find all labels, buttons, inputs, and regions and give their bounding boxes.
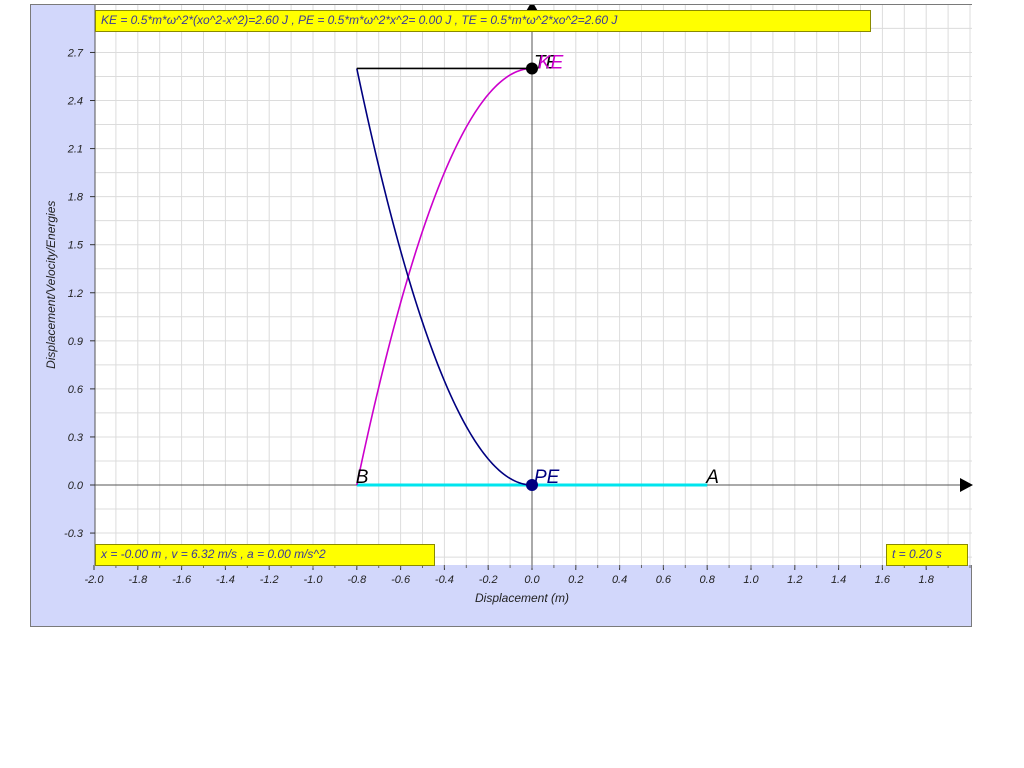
y-axis-ticks: -0.3 0.0 0.3 0.6 0.9 1.2 1.5 1.8 2.1 2.4 2.7	[64, 47, 95, 540]
x-tick-label: 0.0	[524, 574, 540, 586]
y-axis-label: Displacement/Velocity/Energies	[44, 201, 58, 369]
y-tick-label: 0.3	[68, 432, 84, 444]
y-tick-label: -0.3	[64, 528, 84, 540]
x-tick-label: -1.6	[172, 574, 192, 586]
y-tick-label: 2.1	[67, 144, 83, 156]
y-tick-label: 2.7	[67, 47, 84, 59]
x-axis-label: Displacement (m)	[475, 591, 569, 605]
x-tick-label: -0.8	[347, 574, 367, 586]
y-tick-label: 0.0	[68, 480, 84, 492]
x-tick-label: -1.0	[304, 574, 324, 586]
motion-readout: x = -0.00 m , v = 6.32 m/s , a = 0.00 m/…	[95, 544, 435, 566]
y-tick-label: 1.2	[68, 288, 83, 300]
x-tick-label: -2.0	[85, 574, 105, 586]
plot-canvas: -2.0 -1.8 -1.6 -1.4 -1.2 -1.0 -0.8 -0.6 -0.4 -0.2…	[44, 5, 973, 605]
x-tick-label: 1.6	[875, 574, 891, 586]
x-tick-label: 0.8	[700, 574, 716, 586]
y-tick-label: 1.8	[68, 192, 84, 204]
x-tick-label: 1.2	[787, 574, 802, 586]
time-readout: t = 0.20 s	[886, 544, 968, 566]
x-tick-label: -0.6	[391, 574, 411, 586]
x-tick-label: 1.8	[919, 574, 935, 586]
x-tick-label: -1.8	[128, 574, 148, 586]
x-tick-label: 0.4	[612, 574, 627, 586]
y-tick-label: 2.4	[67, 96, 83, 108]
x-tick-label: -1.2	[260, 574, 279, 586]
x-tick-label: 1.0	[743, 574, 759, 586]
x-tick-label: 0.6	[656, 574, 672, 586]
y-tick-label: 0.6	[68, 384, 84, 396]
x-tick-label: -0.2	[479, 574, 498, 586]
x-axis-ticks: -2.0 -1.8 -1.6 -1.4 -1.2 -1.0 -0.8 -0.6 -0.4 -0.2…	[85, 565, 971, 586]
simulation-panel: -2.0 -1.8 -1.6 -1.4 -1.2 -1.0 -0.8 -0.6 -0.4 -0.2…	[30, 4, 973, 627]
y-tick-label: 1.5	[68, 240, 84, 252]
point-label-pe: PE	[534, 467, 560, 488]
energy-readout: KE = 0.5*m*ω^2*(xo^2-x^2)=2.60 J , PE = …	[95, 10, 871, 32]
y-tick-label: 0.9	[68, 336, 83, 348]
x-tick-label: -0.4	[435, 574, 454, 586]
point-label-a: A	[705, 467, 719, 488]
point-label-b: B	[356, 467, 369, 488]
x-tick-label: -1.4	[216, 574, 235, 586]
x-tick-label: 1.4	[831, 574, 846, 586]
x-tick-label: 0.2	[568, 574, 583, 586]
point-label-ke: KE	[538, 52, 564, 73]
